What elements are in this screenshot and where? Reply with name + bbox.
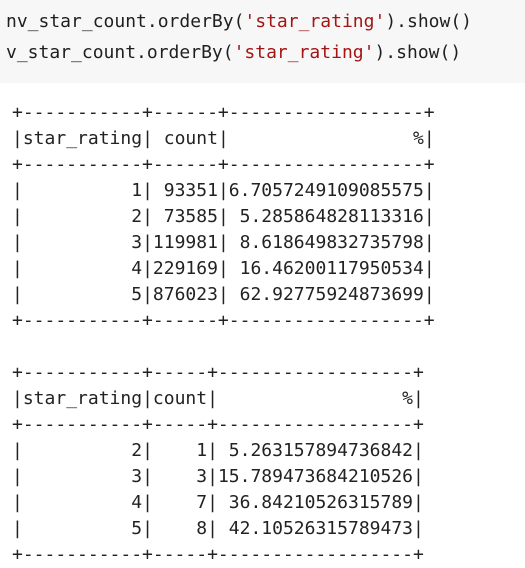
table-cell: 4 [22, 258, 143, 279]
table-cell: 16.46200117950534 [228, 258, 424, 279]
table-row: | 5| 8| 42.10526315789473| [12, 518, 424, 539]
table-cell: 2 [22, 206, 143, 227]
table-cell: 4 [22, 492, 143, 513]
code-cell[interactable]: nv_star_count.orderBy('star_rating').sho… [0, 0, 525, 83]
table-row: | 3|119981| 8.618649832735798| [12, 232, 435, 253]
table-row: | 2| 73585| 5.285864828113316| [12, 206, 435, 227]
table-border: +-----------+-----+------------------+ [12, 544, 424, 565]
table-cell: 15.789473684210526 [217, 466, 414, 487]
table-row: | 4| 7| 36.84210526315789| [12, 492, 424, 513]
code-string-literal: 'star_rating' [233, 42, 375, 63]
table-row: | 1| 93351|6.7057249109085575| [12, 180, 435, 201]
table-cell: 5 [22, 284, 143, 305]
table-cell: 3 [22, 232, 143, 253]
table-cell: 42.10526315789473 [217, 518, 414, 539]
table-border: +-----------+-----+------------------+ [12, 414, 424, 435]
table-cell: 229169 [152, 258, 218, 279]
table-cell: 1 [22, 180, 143, 201]
table-cell: 7 [152, 492, 208, 513]
table-row: | 4|229169| 16.46200117950534| [12, 258, 435, 279]
output-table-v: +-----------+-----+------------------+ |… [12, 360, 435, 568]
code-line-1: nv_star_count.orderBy('star_rating').sho… [6, 6, 525, 37]
table-header-cell: star_rating [22, 388, 143, 409]
table-header-cell: % [217, 388, 414, 409]
table-cell: 6.7057249109085575 [228, 180, 424, 201]
table-cell: 36.84210526315789 [217, 492, 414, 513]
table-cell: 119981 [152, 232, 218, 253]
code-line-2: v_star_count.orderBy('star_rating').show… [6, 37, 525, 68]
table-row: | 2| 1| 5.263157894736842| [12, 440, 424, 461]
code-call-text: v_star_count.orderBy( [6, 42, 234, 63]
table-cell: 73585 [152, 206, 218, 227]
table-cell: 2 [22, 440, 143, 461]
table-border: +-----------+------+------------------+ [12, 154, 435, 175]
table-cell: 8.618649832735798 [228, 232, 424, 253]
table-cell: 93351 [152, 180, 218, 201]
table-border: +-----------+------+------------------+ [12, 310, 435, 331]
table-cell: 3 [22, 466, 143, 487]
table-header-cell: count [152, 388, 208, 409]
table-cell: 8 [152, 518, 208, 539]
table-row: | 3| 3|15.789473684210526| [12, 466, 424, 487]
code-call-text: ).show() [385, 11, 473, 32]
output-table-nv: +-----------+------+------------------+ … [12, 100, 435, 334]
table-cell: 876023 [152, 284, 218, 305]
table-header-row: |star_rating|count| %| [12, 388, 424, 409]
table-header-cell: count [152, 128, 218, 149]
code-string-literal: 'star_rating' [244, 11, 386, 32]
table-cell: 5 [22, 518, 143, 539]
table-cell: 5.263157894736842 [217, 440, 414, 461]
code-call-text: nv_star_count.orderBy( [6, 11, 245, 32]
table-row: | 5|876023| 62.92775924873699| [12, 284, 435, 305]
table-header-cell: star_rating [22, 128, 143, 149]
table-cell: 1 [152, 440, 208, 461]
table-gap [12, 334, 435, 360]
table-cell: 5.285864828113316 [228, 206, 424, 227]
table-header-cell: % [228, 128, 424, 149]
cell-output: +-----------+------+------------------+ … [12, 100, 435, 568]
code-call-text: ).show() [374, 42, 462, 63]
table-border: +-----------+-----+------------------+ [12, 362, 424, 383]
table-border: +-----------+------+------------------+ [12, 102, 435, 123]
table-cell: 3 [152, 466, 208, 487]
table-cell: 62.92775924873699 [228, 284, 424, 305]
table-header-row: |star_rating| count| %| [12, 128, 435, 149]
